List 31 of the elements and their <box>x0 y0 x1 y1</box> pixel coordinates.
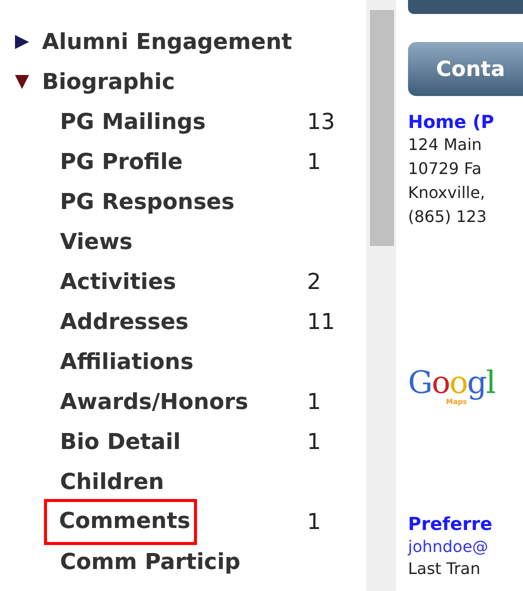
item-count: 1 <box>307 390 321 414</box>
address-line: 10729 Fa <box>408 158 483 180</box>
item-count: 13 <box>307 110 335 134</box>
item-count: 2 <box>307 270 321 294</box>
nav-item[interactable]: Awards/Honors <box>60 390 307 414</box>
nav-item[interactable]: PG Responses <box>60 190 307 214</box>
nav-item[interactable]: Addresses <box>60 310 307 334</box>
nav-item[interactable]: Comm Particip <box>60 550 307 574</box>
nav-item[interactable]: PG Mailings <box>60 110 307 134</box>
last-line-text: Last Tran <box>408 559 482 579</box>
item-count: 1 <box>307 150 321 174</box>
scrollbar-thumb[interactable] <box>370 10 394 246</box>
address-line: Knoxville, <box>408 182 486 204</box>
nav-item[interactable]: PG Profile <box>60 150 307 174</box>
address-line: 124 Main <box>408 134 483 156</box>
item-count: 1 <box>307 510 321 534</box>
nav-item[interactable]: Bio Detail <box>60 430 307 454</box>
nav-item[interactable]: Children <box>60 470 307 494</box>
email-link[interactable]: johndoe@ <box>408 535 523 559</box>
address-heading: Home (P <box>408 112 496 133</box>
item-count: 1 <box>307 430 321 454</box>
nav-item[interactable]: Affiliations <box>60 350 307 374</box>
nav-section-label[interactable]: Alumni Engagement <box>42 30 292 54</box>
item-count: 11 <box>307 310 335 334</box>
preferred-heading: Preferre <box>408 514 494 535</box>
nav-item[interactable]: Views <box>60 230 307 254</box>
nav-item[interactable]: Activities <box>60 270 307 294</box>
nav-section-label[interactable]: Biographic <box>42 70 175 94</box>
nav-item[interactable]: Comments <box>47 502 194 542</box>
address-line: (865) 123 <box>408 206 488 228</box>
contact-button[interactable]: Conta <box>408 42 523 96</box>
